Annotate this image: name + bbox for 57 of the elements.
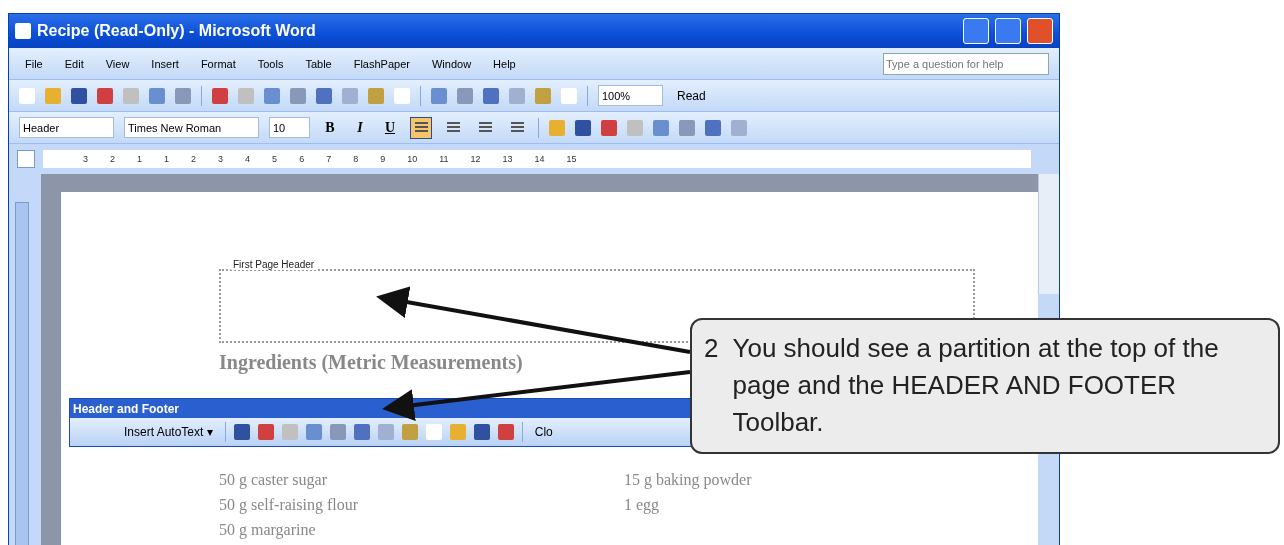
ruler-number: 6 [299,154,305,164]
menu-item[interactable]: Tools [251,57,290,70]
ruler-number: 3 [218,154,224,164]
menu-item[interactable]: Help [487,57,522,70]
ruler-number: 3 [83,154,88,164]
ruler-number: 10 [407,154,418,164]
ruler-number: 14 [534,154,545,164]
menu-item[interactable]: Edit [58,57,90,70]
ingredient-text: 50 g margarine [219,520,317,541]
ingredient-text: 1 egg [624,495,661,516]
font-size-combo[interactable]: 10 [269,117,310,138]
ingredient-text: 50 g caster sugar [219,470,328,491]
menu-item[interactable]: Insert [145,57,185,70]
menu-item[interactable]: Window [425,57,478,70]
help-search-field[interactable]: Type a question for help [883,52,1049,75]
ruler-number: 12 [470,154,481,164]
ruler-number: 4 [245,154,251,164]
tab-selector[interactable] [17,150,35,168]
ruler-number: 5 [272,154,278,164]
ruler-number: 11 [439,154,449,164]
instruction-text: You should see a partition at the top of the page and the HEADER AND FOOTER Toolbar. [732,332,1220,439]
window-title: Recipe (Read-Only) - Microsoft Word [37,22,317,40]
menu-item[interactable]: FlashPaper [347,57,416,70]
ruler-number: 15 [566,154,577,164]
ruler-number: 1 [137,154,143,164]
insert-autotext-button[interactable]: Insert AutoText ▾ [120,423,217,441]
minimize-button[interactable] [963,18,989,44]
menu-item[interactable]: Table [299,57,338,70]
zoom-combo[interactable]: 100% [598,85,663,106]
ruler-number: 2 [191,154,197,164]
document-icon [15,23,31,39]
close-button[interactable] [1027,18,1053,44]
italic-button[interactable]: I [350,119,370,136]
read-button[interactable]: Read [673,86,710,105]
vertical-scrollbar[interactable] [1038,174,1059,294]
ruler-number: 2 [110,154,116,164]
menu-item[interactable]: View [99,57,136,70]
toolbar-title: Header and Footer [70,399,692,418]
menu-item[interactable]: Format [194,57,242,70]
ruler-number: 1 [164,154,170,164]
header-label: First Page Header [231,259,317,270]
document-heading: Ingredients (Metric Measurements) [219,351,523,374]
style-combo[interactable]: Header [19,117,114,138]
ingredient-text: 15 g baking powder [624,470,753,491]
step-number: 2 [704,332,719,365]
font-combo[interactable]: Times New Roman [124,117,259,138]
close-button[interactable]: Clo [530,423,557,441]
underline-button[interactable]: U [380,119,400,136]
ruler-number: 13 [502,154,513,164]
ruler-number: 8 [353,154,359,164]
maximize-button[interactable] [995,18,1021,44]
menu-item[interactable]: File [19,57,49,70]
bold-button[interactable]: B [320,119,340,136]
ruler-number: 7 [326,154,332,164]
ingredient-text: 50 g self-raising flour [219,495,360,516]
align-button[interactable] [410,116,432,139]
ruler-number: 9 [380,154,386,164]
